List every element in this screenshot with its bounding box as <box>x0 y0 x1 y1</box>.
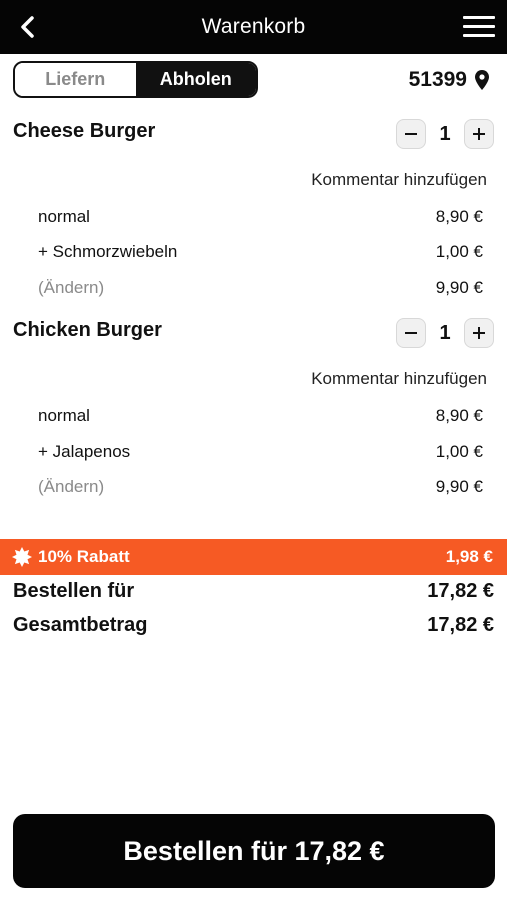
quantity-value: 1 <box>439 122 451 145</box>
increase-quantity-button[interactable] <box>464 318 494 348</box>
line-label: normal <box>38 406 90 425</box>
line-label: normal <box>38 207 90 226</box>
map-pin-icon <box>475 70 489 90</box>
decrease-quantity-button[interactable] <box>396 119 426 149</box>
order-for-label: Bestellen für <box>13 579 135 602</box>
line-price: 1,00 € <box>435 242 483 261</box>
zip-code: 51399 <box>408 68 467 91</box>
menu-button[interactable] <box>461 13 497 41</box>
line-price: 1,00 € <box>435 442 483 461</box>
cart-item-line: (Ändern) 9,90 € <box>38 276 483 300</box>
discount-banner: 10% Rabatt 1,98 € <box>0 539 507 575</box>
plus-icon <box>473 128 485 140</box>
cart-item-line: + Schmorzwiebeln 1,00 € <box>38 240 483 264</box>
cart-item-name: Chicken Burger <box>13 319 162 341</box>
grand-total-row: Gesamtbetrag 17,82 € <box>13 612 494 638</box>
increase-quantity-button[interactable] <box>464 119 494 149</box>
plus-icon <box>473 327 485 339</box>
checkout-button[interactable]: Bestellen für 17,82 € <box>13 814 495 888</box>
line-label: + Schmorzwiebeln <box>38 242 178 261</box>
cart-item-line: (Ändern) 9,90 € <box>38 475 483 499</box>
tab-abholen[interactable]: Abholen <box>135 63 256 96</box>
discount-label-group: 10% Rabatt <box>12 547 130 567</box>
tab-liefern[interactable]: Liefern <box>15 63 136 96</box>
delivery-mode-toggle: Liefern Abholen <box>13 61 258 98</box>
location-selector[interactable]: 51399 <box>409 63 489 97</box>
line-label: + Jalapenos <box>38 442 131 461</box>
edit-item-link[interactable]: (Ändern) <box>38 477 104 497</box>
edit-item-link[interactable]: (Ändern) <box>38 278 104 298</box>
item-subtotal: 9,90 € <box>435 278 483 297</box>
discount-amount: 1,98 € <box>445 547 493 566</box>
add-comment-link[interactable]: Kommentar hinzufügen <box>311 170 487 190</box>
decrease-quantity-button[interactable] <box>396 318 426 348</box>
line-price: 8,90 € <box>435 406 483 425</box>
line-price: 8,90 € <box>435 207 483 226</box>
discount-label: 10% Rabatt <box>38 547 130 566</box>
page-title: Warenkorb <box>201 15 306 38</box>
quantity-value: 1 <box>439 321 451 344</box>
order-for-row: Bestellen für 17,82 € <box>13 578 494 604</box>
minus-icon <box>405 133 417 135</box>
item-subtotal: 9,90 € <box>435 477 483 496</box>
cart-item-line: + Jalapenos 1,00 € <box>38 440 483 464</box>
cart-item-line: normal 8,90 € <box>38 404 483 428</box>
cart-item-line: normal 8,90 € <box>38 205 483 229</box>
grand-total-value: 17,82 € <box>427 613 494 636</box>
add-comment-link[interactable]: Kommentar hinzufügen <box>311 369 487 389</box>
top-app-bar: Warenkorb <box>0 0 507 54</box>
cart-item-name: Cheese Burger <box>13 120 156 142</box>
quantity-stepper: 1 <box>396 317 494 349</box>
minus-icon <box>405 332 417 334</box>
quantity-stepper: 1 <box>396 118 494 150</box>
badge-star-icon <box>12 547 32 567</box>
order-for-value: 17,82 € <box>427 579 494 602</box>
grand-total-label: Gesamtbetrag <box>13 613 148 636</box>
